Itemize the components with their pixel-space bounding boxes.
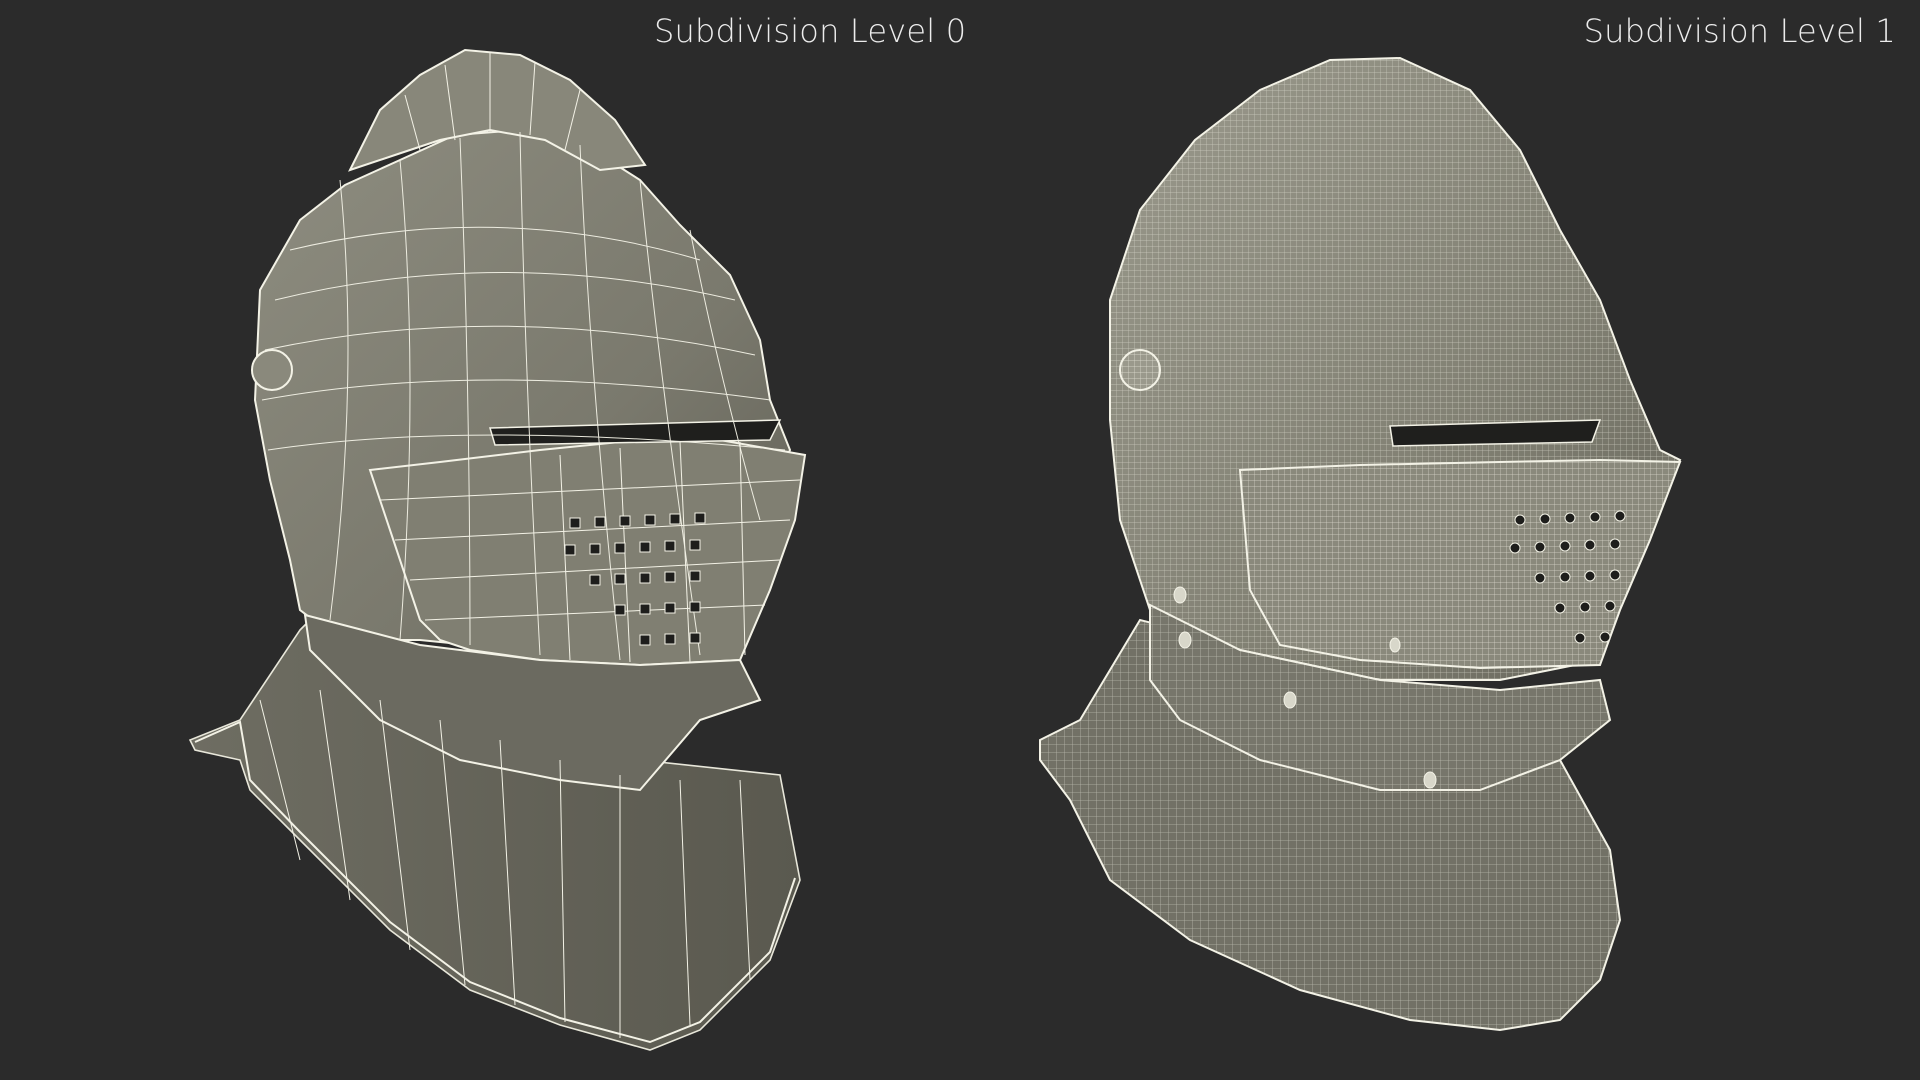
helmet-render-level-1 [1039, 56, 1682, 1032]
viewport: Subdivision Level 0 Subdivision Level 1 [0, 0, 1920, 1080]
